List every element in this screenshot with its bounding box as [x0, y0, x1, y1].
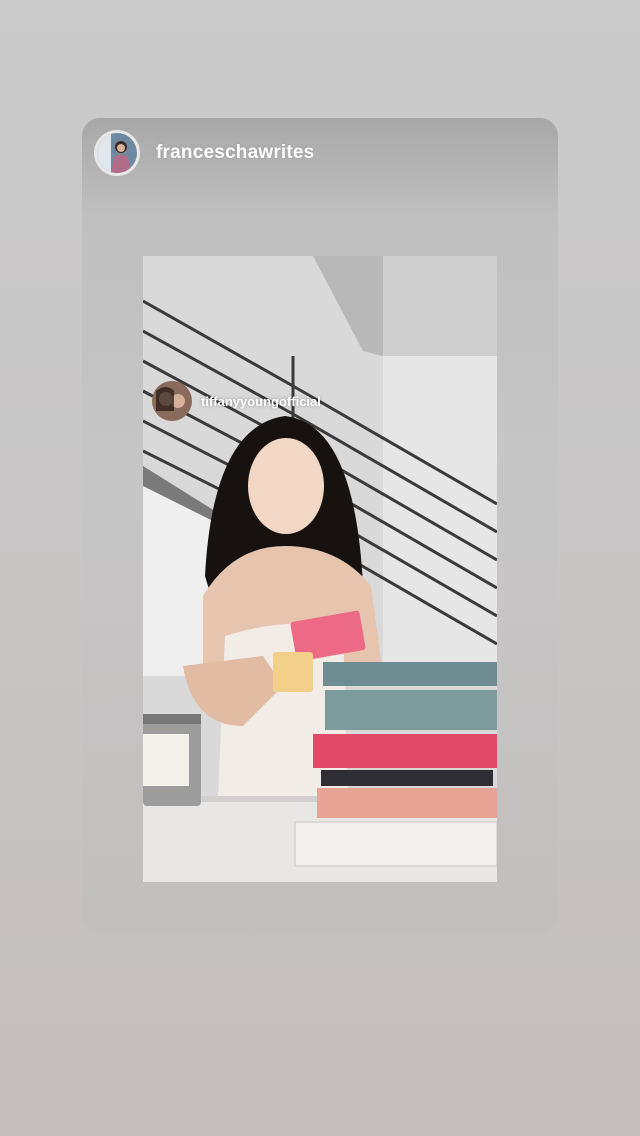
reshared-username[interactable]: tiffanyyoungofficial	[201, 394, 321, 409]
reshared-video-frame	[143, 256, 497, 882]
reshared-header: tiffanyyoungofficial	[152, 381, 321, 421]
story-card[interactable]: franceschawrites tiffanyyoungofficial	[82, 118, 558, 933]
reshared-post[interactable]	[143, 256, 497, 882]
story-avatar-ring[interactable]	[94, 130, 140, 176]
profile-avatar-icon[interactable]	[97, 133, 137, 173]
profile-avatar-icon[interactable]	[152, 381, 192, 421]
story-header: franceschawrites	[94, 130, 314, 176]
story-username[interactable]: franceschawrites	[156, 142, 314, 164]
